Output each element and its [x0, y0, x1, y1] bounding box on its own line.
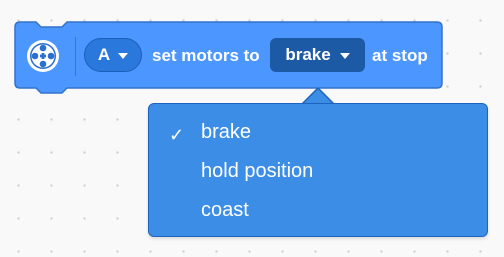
port-label: A — [97, 45, 111, 64]
block-divider — [75, 37, 76, 76]
block-text-set-motors: set motors to — [152, 46, 260, 65]
port-dropdown[interactable]: A — [84, 38, 142, 72]
block-text-at-stop: at stop — [372, 46, 428, 65]
chevron-down-icon — [118, 53, 129, 59]
option-label: coast — [201, 199, 249, 221]
checkmark-icon: ✓ — [169, 125, 185, 145]
chevron-down-icon — [339, 53, 350, 59]
stop-mode-menu: ✓ brake hold position coast — [148, 103, 488, 237]
menu-option-hold-position[interactable]: hold position — [149, 154, 487, 192]
motor-stop-block[interactable]: A set motors to brake at stop — [14, 21, 443, 94]
stop-mode-dropdown[interactable]: brake — [270, 38, 365, 72]
menu-option-coast[interactable]: coast — [149, 193, 487, 231]
option-label: brake — [201, 121, 252, 143]
menu-option-brake[interactable]: ✓ brake — [149, 115, 487, 153]
motor-icon — [27, 40, 59, 72]
stop-mode-value: brake — [285, 45, 331, 64]
option-label: hold position — [201, 160, 314, 182]
